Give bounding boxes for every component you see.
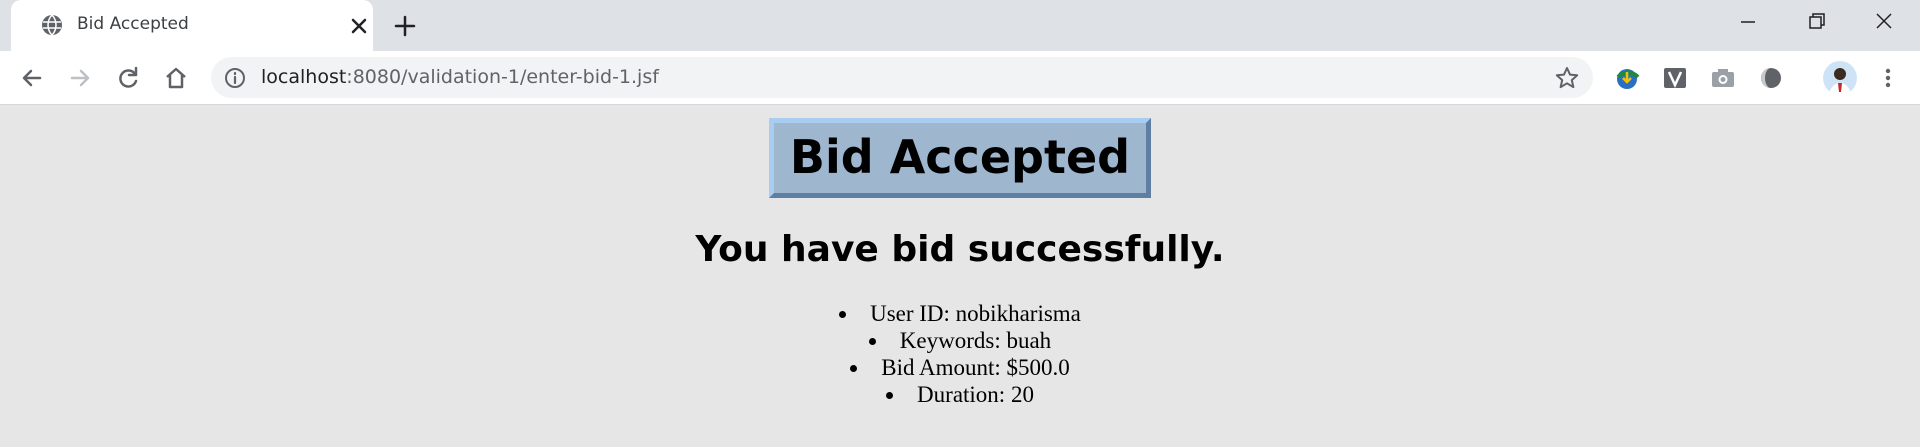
url-host: localhost bbox=[261, 66, 347, 88]
tab-strip: Bid Accepted bbox=[0, 0, 1920, 51]
plus-icon[interactable] bbox=[391, 12, 419, 40]
address-bar[interactable]: localhost:8080/validation-1/enter-bid-1.… bbox=[211, 57, 1593, 98]
url-path: :8080/validation-1/enter-bid-1.jsf bbox=[346, 66, 659, 88]
tab-title: Bid Accepted bbox=[77, 14, 189, 34]
kebab-menu-icon[interactable] bbox=[1874, 64, 1902, 92]
page-title: Bid Accepted bbox=[768, 118, 1152, 198]
avatar[interactable] bbox=[1823, 61, 1857, 95]
minimize-icon[interactable] bbox=[1730, 8, 1766, 36]
home-icon[interactable] bbox=[162, 64, 190, 92]
camera-icon[interactable] bbox=[1708, 63, 1738, 93]
arrow-right-icon[interactable] bbox=[66, 64, 94, 92]
circle-extension-icon[interactable] bbox=[1756, 63, 1786, 93]
reload-icon[interactable] bbox=[114, 64, 142, 92]
success-message: You have bid successfully. bbox=[695, 229, 1225, 270]
v-extension-icon[interactable] bbox=[1660, 63, 1690, 93]
info-icon[interactable] bbox=[223, 66, 247, 90]
restore-icon[interactable] bbox=[1798, 8, 1834, 36]
star-icon[interactable] bbox=[1554, 65, 1580, 91]
arrow-left-icon[interactable] bbox=[18, 64, 46, 92]
profile-avatar-icon bbox=[1823, 61, 1857, 95]
downloader-extension-icon[interactable] bbox=[1612, 63, 1642, 93]
browser-toolbar: localhost:8080/validation-1/enter-bid-1.… bbox=[0, 51, 1920, 105]
close-icon[interactable] bbox=[347, 14, 371, 38]
bid-details-list: User ID: nobikharisma Keywords: buah Bid… bbox=[0, 300, 1920, 408]
detail-bid-amount: Bid Amount: $500.0 bbox=[0, 354, 1920, 381]
detail-duration: Duration: 20 bbox=[0, 381, 1920, 408]
detail-user-id: User ID: nobikharisma bbox=[0, 300, 1920, 327]
detail-keywords: Keywords: buah bbox=[0, 327, 1920, 354]
window-close-icon[interactable] bbox=[1866, 8, 1902, 36]
url-text[interactable]: localhost:8080/validation-1/enter-bid-1.… bbox=[261, 66, 659, 88]
globe-icon bbox=[42, 14, 62, 36]
page-content: Bid Accepted You have bid successfully. … bbox=[0, 106, 1920, 447]
browser-tab[interactable]: Bid Accepted bbox=[11, 0, 373, 51]
